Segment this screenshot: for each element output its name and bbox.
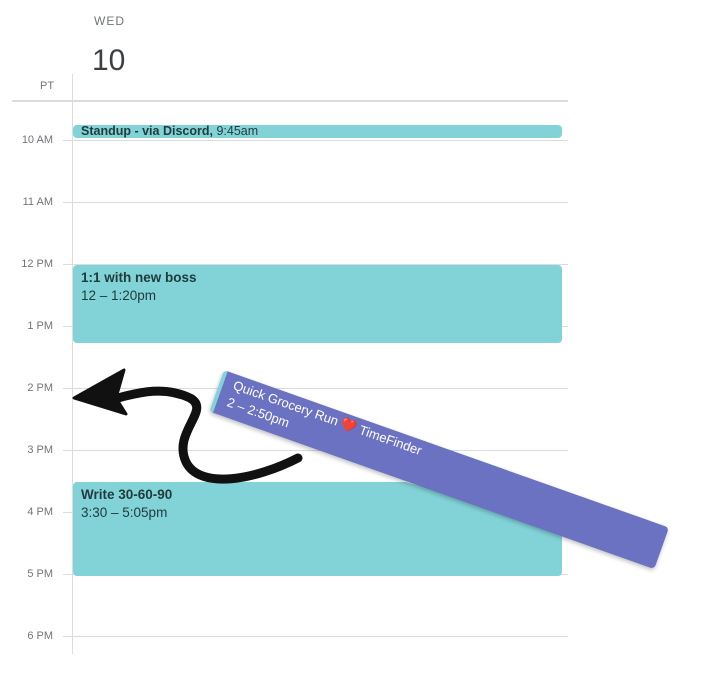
curved-arrow-icon [72,368,303,484]
